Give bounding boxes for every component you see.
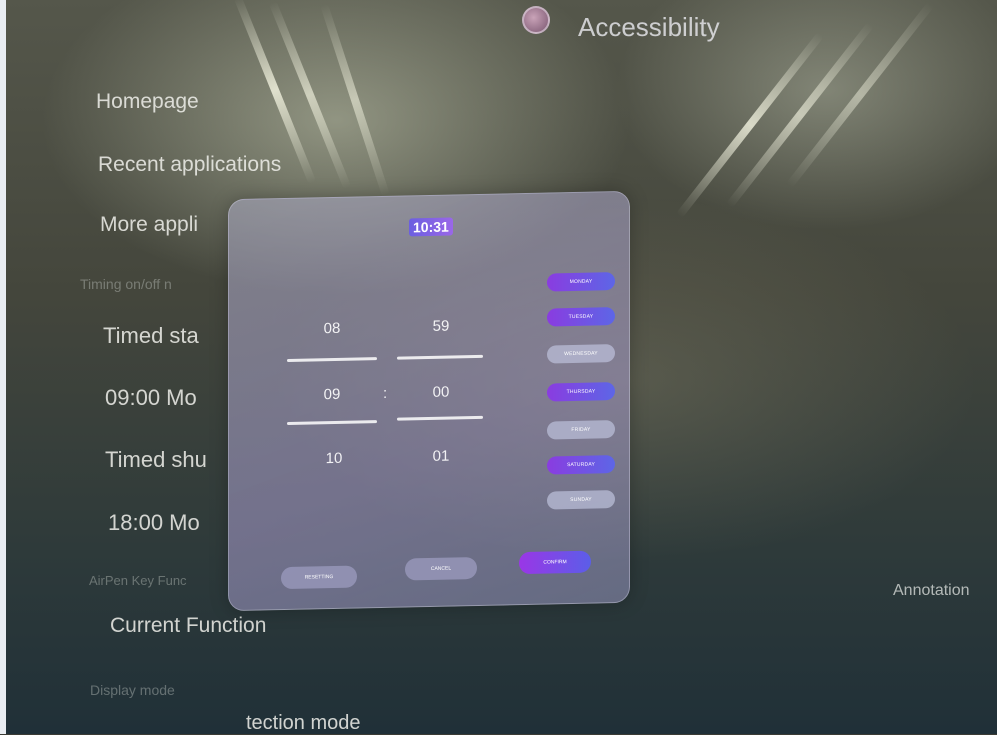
hour-option-next[interactable]: 10 [314,450,354,468]
hour-option-selected[interactable]: 09 [312,386,352,404]
minute-divider-bottom [397,415,483,421]
day-toggle-thursday[interactable]: THURSDAY [547,382,615,402]
minute-option-prev[interactable]: 59 [421,317,461,335]
day-toggle-tuesday[interactable]: TUESDAY [547,307,615,327]
minute-option-next[interactable]: 01 [421,447,461,465]
setting-timed-startup[interactable]: Timed sta [103,323,199,349]
time-separator: : [383,384,388,402]
setting-current-function[interactable]: Current Function [110,614,266,638]
minute-divider-top [397,354,483,360]
section-label-display: Display mode [90,682,175,698]
menu-item-recent-applications[interactable]: Recent applications [98,153,281,177]
light-reflection [676,31,824,219]
cancel-button[interactable]: CANCEL [405,556,477,581]
section-label-airpen: AirPen Key Func [89,573,187,588]
dialog-clock: 10:31 [409,217,453,237]
light-reflection [320,3,390,197]
menu-item-more-applications[interactable]: More appli [100,213,198,237]
hour-divider-top [287,357,377,362]
setting-shutdown-value: 18:00 Mo [108,510,200,535]
settings-app-icon [522,6,550,34]
day-toggle-sunday[interactable]: SUNDAY [547,490,615,510]
minute-option-selected[interactable]: 00 [421,383,461,401]
reset-button[interactable]: RESETTING [281,565,357,590]
menu-item-homepage[interactable]: Homepage [96,90,199,114]
setting-display-mode[interactable]: tection mode [246,712,361,735]
setting-timed-shutdown[interactable]: Timed shu [105,447,207,473]
section-label-timing: Timing on/off n [80,276,172,292]
hour-option-prev[interactable]: 08 [312,320,352,338]
hour-divider-bottom [287,420,377,425]
day-toggle-friday[interactable]: FRIDAY [547,420,615,440]
page-title: Accessibility [578,12,720,42]
confirm-button[interactable]: CONFIRM [519,550,591,575]
day-toggle-wednesday[interactable]: WEDNESDAY [547,344,615,364]
day-toggle-saturday[interactable]: SATURDAY [547,455,615,475]
day-toggle-monday[interactable]: MONDAY [547,272,615,292]
light-reflection [726,21,874,209]
timer-dialog: 10:31 08 09 10 : 59 00 01 MONDAY TUESDAY… [228,190,630,612]
current-function-value: Annotation [893,582,970,599]
setting-startup-value: 09:00 Mo [105,385,197,410]
